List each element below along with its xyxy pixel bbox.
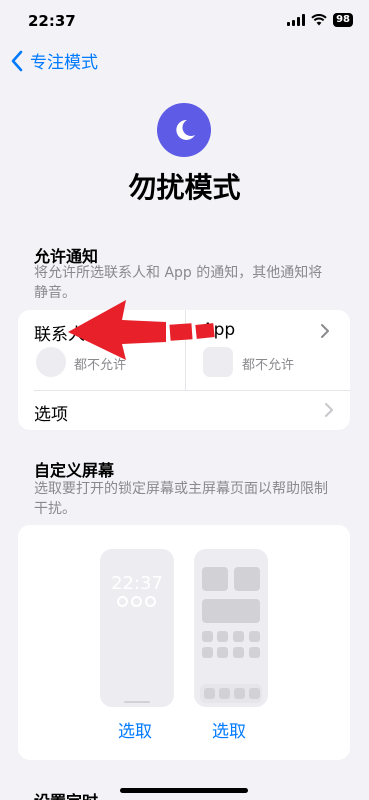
custom-screens-description: 选取要打开的锁定屏幕或主屏幕页面以帮助限制干扰。 [34,481,328,517]
focus-mode-badge [157,103,211,157]
home-indicator [124,701,150,703]
app-icon-placeholder [202,631,213,642]
widget-placeholder [234,567,260,591]
lock-screen-time: 22:37 [111,573,163,594]
chevron-right-icon [321,324,329,338]
battery-icon: 98 [333,13,353,27]
wifi-icon [311,14,327,26]
app-icon-placeholder [217,647,228,658]
contact-avatar-placeholder [36,347,66,377]
custom-screens-card: 22:37 选取 选取 [18,525,350,760]
app-icon-placeholder [202,647,213,658]
chevron-left-icon [11,50,23,71]
app-icon-placeholder [219,688,230,699]
widget-placeholder [202,599,260,623]
home-indicator [120,788,248,793]
status-bar: 22:37 98 [0,0,369,44]
signal-icon [287,14,306,26]
custom-screens-title: 自定义屏幕 [34,461,115,480]
widget-placeholder [202,567,228,591]
status-time: 22:37 [28,12,76,30]
options-label: 选项 [34,405,68,425]
page-title: 勿扰模式 [128,171,241,204]
app-icon-placeholder [249,688,260,699]
moon-icon [176,119,195,140]
status-icons: 98 [287,13,353,27]
app-icon-placeholder [233,631,244,642]
widget-dots [117,596,156,607]
chevron-right-icon [325,403,333,417]
app-icon-placeholder [217,631,228,642]
app-icon-placeholder [234,688,245,699]
lock-screen-preview[interactable]: 22:37 [100,549,174,707]
apps-status: 都不允许 [242,358,295,373]
back-button[interactable]: 专注模式 [10,48,98,73]
schedule-section-title: 设置定时 [34,788,98,800]
back-label: 专注模式 [30,53,98,73]
arrow-annotation-icon [68,300,215,360]
choose-home-screen-button[interactable]: 选取 [212,717,246,742]
options-row[interactable]: 选项 [18,391,350,430]
home-screen-preview[interactable] [194,549,268,707]
app-icon-placeholder [249,631,260,642]
app-icon-placeholder [204,688,215,699]
app-icon-placeholder [233,647,244,658]
app-icon-placeholder [249,647,260,658]
choose-lock-screen-button[interactable]: 选取 [118,717,152,742]
